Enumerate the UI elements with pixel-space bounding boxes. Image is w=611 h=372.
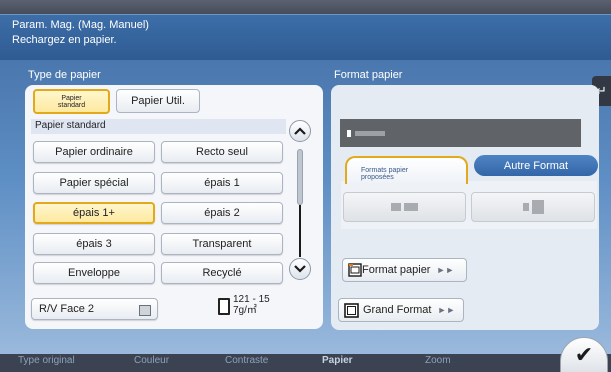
tab-contraste[interactable]: Contraste: [225, 355, 268, 366]
paper-weight: 121 - 15 7g/㎡: [233, 294, 270, 316]
large-format-label: Grand Format: [363, 304, 432, 316]
large-format-icon: [344, 302, 359, 318]
scroll-up-button[interactable]: [289, 120, 311, 142]
large-format-button[interactable]: Grand Format ►►: [338, 298, 464, 322]
paper-type-recycle[interactable]: Recyclé: [161, 262, 283, 284]
tab-proposed-formats[interactable]: Formats papier proposées: [345, 156, 468, 184]
scroll-thumb[interactable]: [297, 149, 303, 205]
format-preview-bar: [340, 119, 581, 147]
paper-type-epais-1-plus[interactable]: épais 1+: [33, 202, 155, 224]
paper-weight-line2: 7g/㎡: [233, 305, 257, 316]
tab-paper-standard[interactable]: Papier standard: [33, 89, 110, 114]
format-paper-label: Format papier: [362, 264, 431, 276]
paper-type-epais-1[interactable]: épais 1: [161, 172, 283, 194]
paper-type-title: Type de papier: [28, 69, 101, 81]
double-arrow-right-icon: ►►: [436, 265, 455, 275]
double-arrow-right-icon: ►►: [437, 305, 456, 315]
chevron-down-icon: [294, 265, 306, 273]
paper-sheet-icon: [218, 298, 230, 315]
paper-type-special[interactable]: Papier spécial: [33, 172, 155, 194]
blurred-format-label: [404, 203, 418, 211]
dialog-message: Rechargez en papier.: [12, 34, 117, 46]
format-paper-button[interactable]: Format papier ►►: [342, 258, 467, 282]
tab-zoom[interactable]: Zoom: [425, 355, 451, 366]
scroll-down-button[interactable]: [289, 258, 311, 280]
paper-type-epais-2[interactable]: épais 2: [161, 202, 283, 224]
top-band: [0, 0, 611, 14]
duplex-label: R/V Face 2: [39, 303, 95, 315]
paper-type-ordinaire[interactable]: Papier ordinaire: [33, 141, 155, 163]
dialog-title-bar: Param. Mag. (Mag. Manuel) Rechargez en p…: [0, 14, 611, 60]
tab-couleur[interactable]: Couleur: [134, 355, 169, 366]
scroll-track: [299, 205, 301, 257]
paper-type-epais-3[interactable]: épais 3: [33, 233, 155, 255]
tab-papier[interactable]: Papier: [322, 355, 353, 366]
blurred-format-icon: [391, 203, 401, 211]
tab-type-original[interactable]: Type original: [18, 355, 75, 366]
section-paper-standard: Papier standard: [31, 119, 286, 134]
tab-proposed-line1: Formats papier: [361, 167, 409, 174]
preview-blurred-text: [355, 130, 385, 136]
paper-weight-line1: 121 - 15: [233, 294, 270, 305]
format-option-1[interactable]: [343, 192, 466, 222]
preview-marker-icon: [347, 129, 351, 137]
format-option-2[interactable]: [471, 192, 595, 222]
dialog-title: Param. Mag. (Mag. Manuel): [12, 19, 149, 31]
blurred-format-icon: [522, 203, 529, 211]
paper-format-icon: [348, 263, 362, 277]
tab-paper-standard-line2: standard: [57, 101, 86, 109]
paper-type-transparent[interactable]: Transparent: [161, 233, 283, 255]
other-format-button[interactable]: Autre Format: [474, 155, 598, 176]
tab-proposed-line2: proposées: [361, 174, 394, 181]
chevron-up-icon: [294, 127, 306, 135]
bottom-tab-bar: Type original Couleur Contraste Papier Z…: [0, 354, 611, 372]
tab-paper-standard-line1: Papier: [61, 94, 82, 102]
paper-type-enveloppe[interactable]: Enveloppe: [33, 262, 155, 284]
blurred-format-label: [531, 200, 544, 214]
duplex-checkbox[interactable]: [139, 305, 151, 316]
checkmark-icon: ✔: [574, 342, 594, 367]
paper-format-title: Format papier: [334, 69, 403, 81]
tab-paper-user[interactable]: Papier Util.: [116, 89, 200, 113]
paper-type-recto-seul[interactable]: Recto seul: [161, 141, 283, 163]
